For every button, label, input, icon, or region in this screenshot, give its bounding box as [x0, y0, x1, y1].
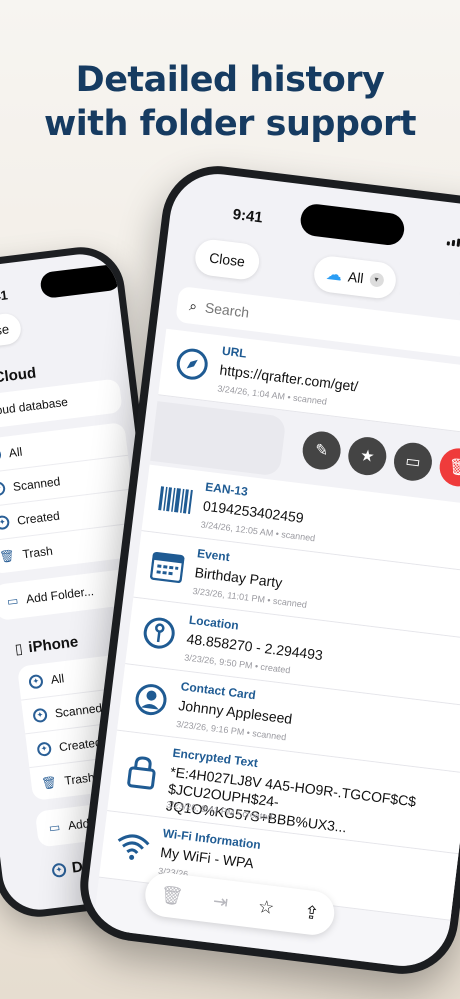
calendar-icon	[147, 547, 187, 587]
trash-icon: 🗑	[40, 774, 58, 791]
wifi-icon	[113, 826, 153, 866]
item-type: EAN-13	[204, 479, 249, 499]
contact-icon	[131, 680, 171, 720]
gear-icon: ✦	[32, 707, 48, 723]
item-type: URL	[221, 343, 248, 361]
item-type: Location	[188, 612, 240, 633]
trash-icon: 🗑	[0, 547, 16, 564]
back-status-time: 9:41	[0, 287, 9, 306]
phone-icon: ▯	[13, 640, 24, 657]
swiped-row-content	[150, 401, 287, 477]
status-icons: ◠ ⚡	[446, 232, 460, 254]
location-pin-icon	[139, 613, 179, 653]
edit-button[interactable]: ✎	[300, 429, 343, 472]
headline-line-1: Detailed history	[75, 60, 385, 100]
icloud-folder-list: ✦All ✦Scanned ✦Created 🗑Trash	[0, 422, 141, 575]
iphone-section-title: ▯ iPhone	[13, 633, 80, 657]
gear-icon: ✦	[0, 514, 11, 530]
item-type: Event	[196, 546, 231, 565]
headline: Detailed history with folder support	[0, 58, 460, 146]
folder-plus-icon: ▭	[48, 819, 62, 836]
favorite-button[interactable]: ★	[346, 434, 389, 478]
search-placeholder: Search	[204, 299, 251, 321]
gear-icon: ✦	[51, 861, 67, 878]
move-icon[interactable]: ⇥	[212, 890, 229, 913]
back-dynamic-island	[39, 263, 122, 300]
icloud-database-row[interactable]: iCloud database	[0, 378, 123, 431]
swipe-actions: ✎ ★ ▭ 🗑	[300, 429, 460, 489]
lock-icon	[122, 752, 162, 792]
cloud-icon: ☁	[325, 265, 344, 285]
trash-icon[interactable]: 🗑	[159, 884, 184, 908]
gear-icon: ✦	[28, 673, 44, 689]
barcode-icon	[155, 480, 195, 520]
trash-icon: 🗑	[447, 458, 460, 478]
folder-selector-label: All	[347, 268, 365, 287]
dynamic-island	[298, 202, 406, 247]
move-to-folder-button[interactable]: ▭	[391, 440, 435, 483]
status-time: 9:41	[231, 205, 264, 227]
history-list: URL https://qrafter.com/get/ 3/24/26, 1:…	[90, 328, 460, 972]
front-phone: 9:41 ◠ ⚡ Close ☁ All ▾ ☰ ⌕ Search URL	[73, 159, 460, 981]
close-button[interactable]: Close	[193, 237, 261, 282]
headline-line-2: with folder support	[43, 104, 417, 144]
signal-icon	[446, 234, 460, 247]
star-icon[interactable]: ☆	[257, 896, 275, 919]
gear-icon: ✦	[36, 740, 52, 757]
chevron-down-icon: ▾	[368, 272, 385, 288]
folder-plus-icon: ▭	[6, 593, 20, 609]
front-phone-screen: 9:41 ◠ ⚡ Close ☁ All ▾ ☰ ⌕ Search URL	[82, 168, 460, 972]
back-close-button[interactable]: Close	[0, 311, 23, 350]
icloud-section-title: ☁ iCloud	[0, 363, 37, 387]
star-icon: ★	[359, 447, 376, 466]
folder-icon: ▭	[404, 452, 422, 472]
search-icon: ⌕	[188, 296, 199, 314]
edit-icon: ✎	[313, 441, 330, 461]
icloud-database-label: iCloud database	[0, 394, 69, 419]
share-icon[interactable]: ⇪	[303, 901, 320, 924]
compass-icon	[172, 344, 212, 384]
gear-icon: ✦	[0, 480, 6, 497]
gear-icon: ✦	[0, 446, 2, 463]
folder-selector[interactable]: ☁ All ▾	[312, 254, 398, 301]
delete-button[interactable]: 🗑	[437, 446, 460, 489]
